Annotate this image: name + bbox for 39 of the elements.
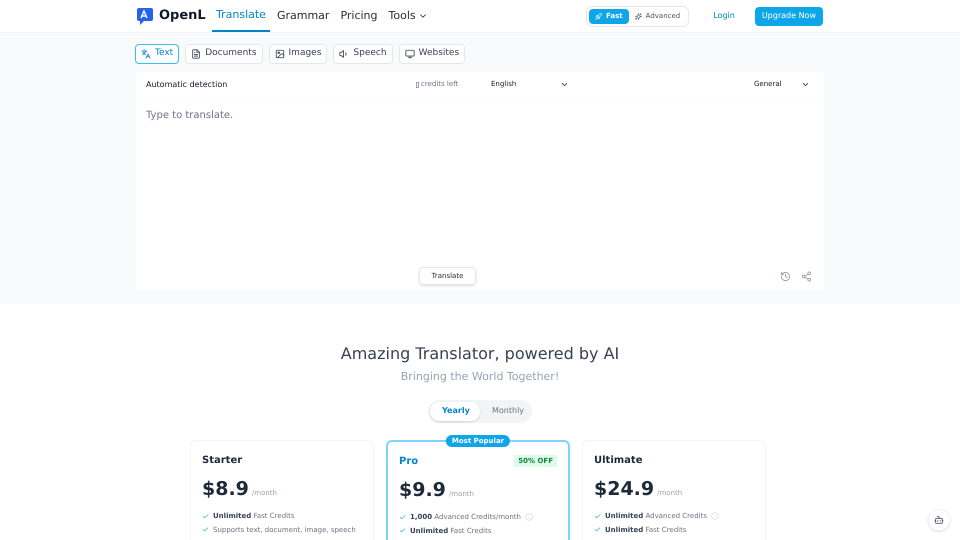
share-icon[interactable] — [801, 270, 812, 282]
plan-name: Starter — [202, 454, 242, 468]
logo-icon — [137, 7, 155, 25]
plan-name: Ultimate — [594, 454, 642, 468]
plan-price: $9.9 — [399, 478, 446, 502]
monitor-icon — [404, 49, 415, 59]
input-tab[interactable]: Documents — [185, 44, 263, 64]
hero-title: Amazing Translator, powered by AI — [340, 343, 620, 365]
input-tab[interactable]: Speech — [333, 44, 393, 64]
logo-text: OpenL — [159, 7, 206, 26]
source-text-input[interactable]: Type to translate. — [136, 98, 824, 262]
image-icon — [274, 49, 285, 59]
document-icon — [191, 49, 202, 59]
input-tab[interactable]: Text — [135, 44, 180, 64]
input-tab[interactable]: Websites — [398, 44, 466, 64]
info-icon[interactable] — [524, 513, 533, 522]
plan-name: Pro — [399, 454, 418, 468]
nav-link[interactable]: Pricing — [336, 0, 382, 32]
source-language[interactable]: Automatic detection — [146, 78, 416, 90]
hero-subtitle: Bringing the World Together! — [400, 369, 560, 385]
plan-price: $24.9 — [594, 476, 654, 502]
chevron-down-icon — [801, 80, 810, 89]
billing-option[interactable]: Yearly — [430, 402, 480, 420]
translate-icon — [141, 49, 151, 59]
chat-bot-button[interactable] — [928, 509, 950, 531]
chevron-down-icon — [560, 80, 569, 89]
bot-icon — [934, 515, 944, 525]
rocket-icon — [595, 12, 602, 20]
nav-link[interactable]: Tools — [384, 0, 432, 32]
history-icon[interactable] — [780, 270, 791, 282]
sparkles-icon — [634, 12, 642, 20]
login-link[interactable]: Login — [713, 10, 735, 22]
input-tab[interactable]: Images — [268, 44, 328, 64]
info-icon[interactable] — [711, 512, 719, 520]
speaker-icon — [339, 49, 350, 59]
nav-link[interactable]: Grammar — [272, 0, 334, 32]
billing-option[interactable]: Monthly — [480, 402, 530, 420]
credits-icon — [416, 82, 419, 88]
plan-price: $8.9 — [202, 476, 249, 502]
